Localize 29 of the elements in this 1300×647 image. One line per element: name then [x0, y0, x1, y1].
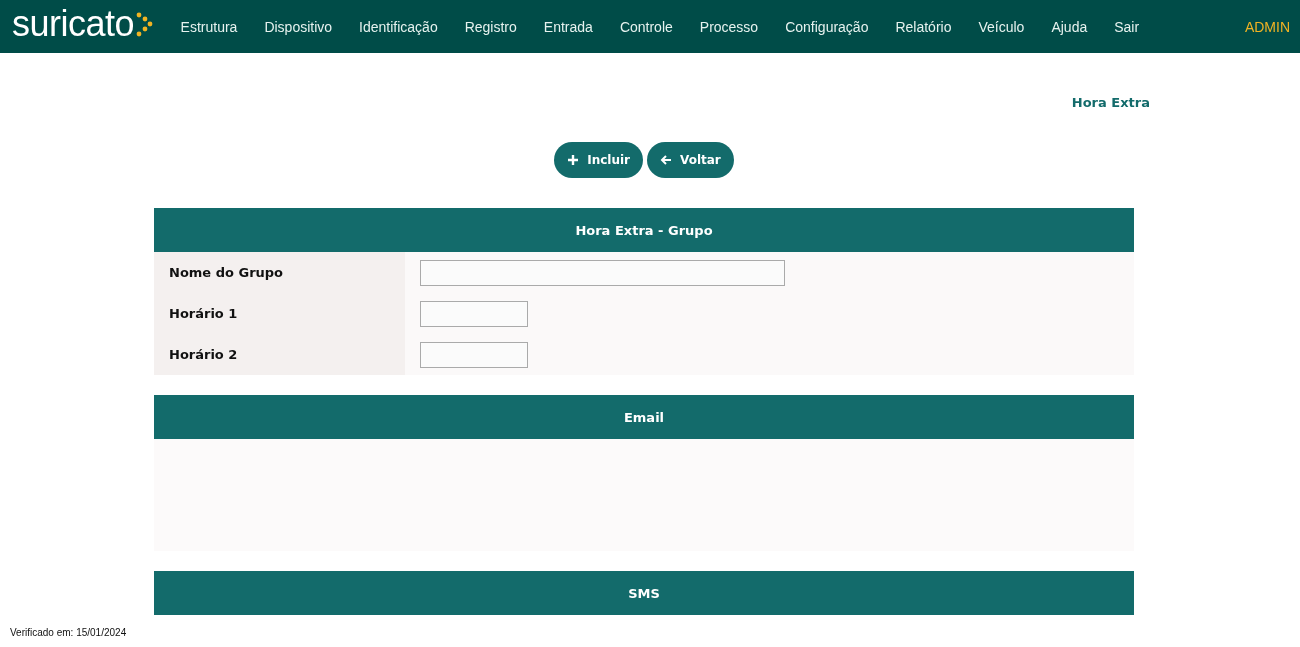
nav-link[interactable]: Registro	[451, 18, 531, 35]
user-name[interactable]: ADMIN	[1244, 18, 1290, 35]
field-label: Horário 1	[154, 293, 405, 334]
nav-link[interactable]: Processo	[686, 18, 772, 35]
nav-link[interactable]: Estrutura	[167, 18, 251, 35]
section-header: Hora Extra - Grupo	[154, 208, 1134, 252]
add-button[interactable]: Incluir	[554, 142, 644, 178]
nav-link[interactable]: Identificação	[345, 18, 452, 35]
field-label: Horário 2	[154, 334, 405, 375]
logo[interactable]: suricato	[12, 5, 154, 48]
page-title: Hora Extra	[1070, 95, 1150, 110]
input-field[interactable]	[420, 300, 528, 327]
section-header: Email	[154, 395, 1134, 439]
input-field[interactable]	[420, 259, 785, 286]
nav-link[interactable]: Dispositivo	[250, 18, 346, 35]
nav-link[interactable]: Sair	[1100, 18, 1153, 35]
nav-link[interactable]: Configuração	[771, 18, 882, 35]
input-field[interactable]	[420, 341, 528, 368]
nav-link[interactable]: Entrada	[530, 18, 607, 35]
arrow-left-icon	[660, 154, 673, 166]
verification-date: Verificado em: 15/01/2024	[10, 627, 127, 638]
nav-link[interactable]: Ajuda	[1037, 18, 1101, 35]
back-button[interactable]: Voltar	[647, 142, 734, 178]
nav-link[interactable]: Veículo	[964, 18, 1038, 35]
nav-link[interactable]: Relatório	[881, 18, 965, 35]
nav-link[interactable]: Controle	[606, 18, 687, 35]
section-header: SMS	[154, 571, 1134, 615]
plus-icon	[567, 154, 580, 166]
field-label: Nome do Grupo	[154, 252, 405, 293]
